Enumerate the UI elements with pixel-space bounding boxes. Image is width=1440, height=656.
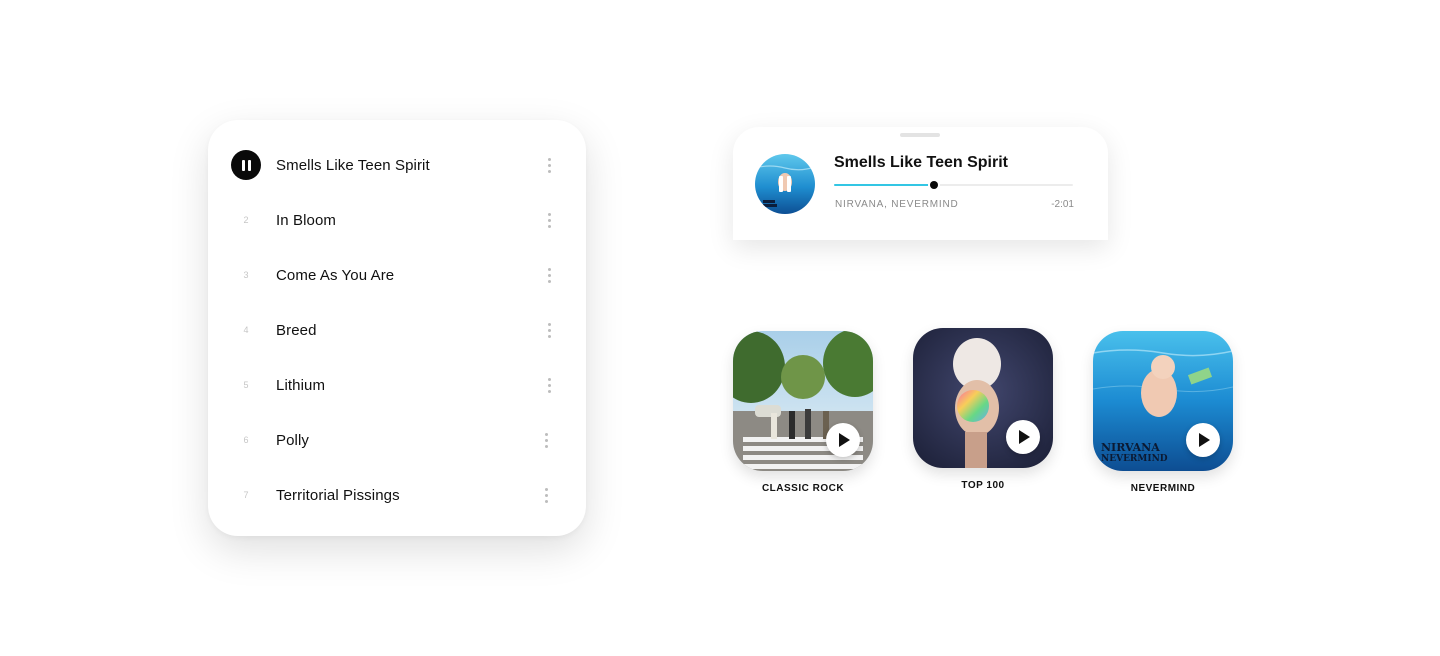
more-options-icon[interactable] (544, 265, 554, 285)
more-options-icon[interactable] (544, 155, 554, 175)
more-options-icon[interactable] (541, 485, 551, 505)
track-number: 5 (243, 380, 249, 390)
track-title: Breed (276, 321, 317, 339)
cover-text: NIRVANA NEVERMIND (1101, 441, 1168, 464)
track-title: Lithium (276, 376, 326, 394)
track-row[interactable]: 2 In Bloom (208, 198, 586, 242)
play-button[interactable] (1186, 423, 1220, 457)
progress-knob[interactable] (930, 181, 939, 189)
track-number: 2 (243, 215, 249, 225)
track-number: 7 (243, 490, 249, 500)
tracklist-card: Smells Like Teen Spirit 2 In Bloom 3 Com… (208, 120, 586, 536)
play-icon (1199, 433, 1210, 447)
track-row[interactable]: Smells Like Teen Spirit (208, 143, 586, 187)
drag-handle[interactable] (900, 133, 940, 137)
album-label: NEVERMIND (1130, 483, 1196, 494)
progress-fill (834, 184, 935, 186)
play-icon (839, 433, 850, 447)
more-options-icon[interactable] (541, 430, 551, 450)
track-row[interactable]: 6 Polly (208, 418, 586, 462)
track-title: Territorial Pissings (276, 486, 400, 504)
track-number: 3 (243, 270, 249, 280)
track-row[interactable]: 4 Breed (208, 308, 586, 352)
mini-player: Smells Like Teen Spirit NIRVANA, NEVERMI… (733, 127, 1108, 240)
pause-icon[interactable] (755, 154, 815, 214)
album-cover[interactable]: NIRVANA NEVERMIND (1093, 331, 1233, 471)
track-number: 4 (243, 325, 249, 335)
time-remaining: -2:01 (1051, 199, 1074, 210)
more-options-icon[interactable] (544, 210, 554, 230)
track-number: 6 (243, 435, 249, 445)
album-cover[interactable] (913, 328, 1053, 468)
pause-icon[interactable] (231, 150, 261, 180)
track-title: Come As You Are (276, 266, 395, 284)
track-row[interactable]: 7 Territorial Pissings (208, 473, 586, 517)
progress-bar[interactable] (834, 181, 1073, 189)
track-row[interactable]: 5 Lithium (208, 363, 586, 407)
track-title: Polly (276, 431, 310, 449)
album-cover[interactable] (733, 331, 873, 471)
track-row[interactable]: 3 Come As You Are (208, 253, 586, 297)
album-label: CLASSIC ROCK (761, 483, 845, 494)
more-options-icon[interactable] (544, 320, 554, 340)
track-title: In Bloom (276, 211, 336, 229)
now-playing-artist: NIRVANA, NEVERMIND (835, 199, 959, 210)
album-label: TOP 100 (961, 480, 1005, 491)
play-button[interactable] (1006, 420, 1040, 454)
now-playing-title: Smells Like Teen Spirit (834, 154, 1008, 171)
album-tile-classic-rock[interactable]: CLASSIC ROCK (733, 331, 873, 494)
more-options-icon[interactable] (544, 375, 554, 395)
album-tile-nevermind[interactable]: NIRVANA NEVERMIND NEVERMIND (1093, 331, 1233, 494)
play-button[interactable] (826, 423, 860, 457)
album-tile-top-100[interactable]: TOP 100 (913, 328, 1053, 491)
play-icon (1019, 430, 1030, 444)
pause-button[interactable] (230, 149, 262, 181)
track-title: Smells Like Teen Spirit (276, 156, 430, 174)
